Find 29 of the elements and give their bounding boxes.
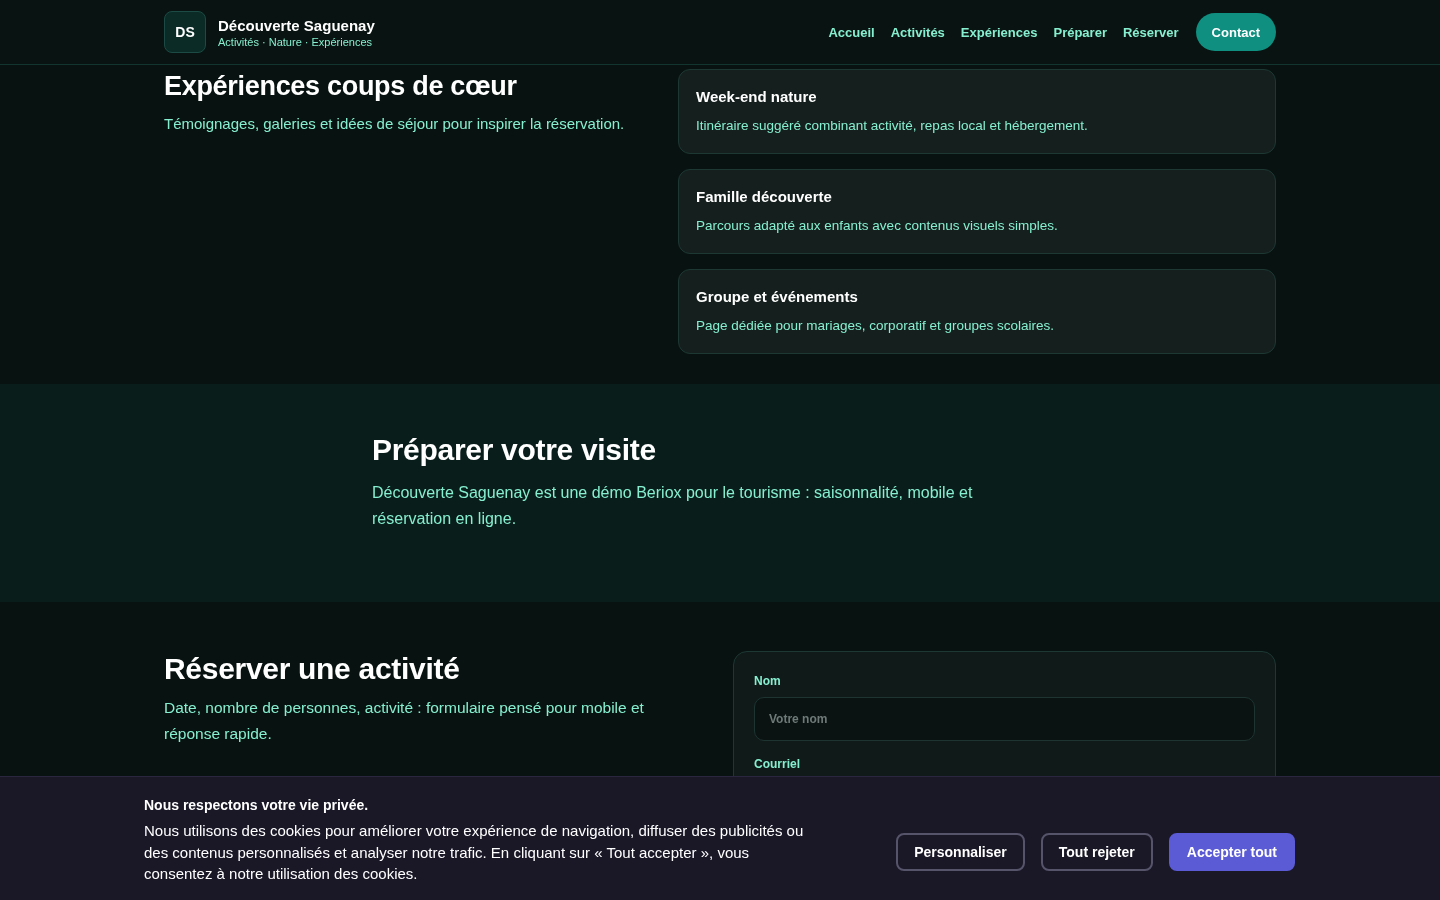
section-text: Date, nombre de personnes, activité : formulaire pensé pour mobile et réponse rapide.	[164, 698, 645, 744]
brand-name[interactable]: Découverte Saguenay	[218, 16, 375, 34]
card-description: Parcours adapté aux enfants avec contenus visuels simples.	[696, 217, 1059, 235]
nav-link[interactable]: Activités	[890, 24, 945, 40]
contact-button[interactable]: Contact	[1195, 13, 1276, 51]
section-subtitle: Témoignages, galeries et idées de séjour pour inspirer la réservation.	[164, 114, 626, 134]
card-description: Page dédiée pour mariages, corporatif et groupes scolaires.	[696, 317, 1055, 335]
nav-link[interactable]: Accueil	[828, 24, 875, 40]
nav-link[interactable]: Réserver	[1122, 24, 1179, 40]
section-heading: Réserver une activité	[164, 651, 461, 687]
brand-tagline: Activités · Nature · Expériences	[218, 35, 374, 48]
nav-link[interactable]: Préparer	[1053, 24, 1107, 40]
brand-logo[interactable]: DS	[164, 11, 206, 53]
card-title: Week-end nature	[696, 87, 818, 107]
cookie-text: Nous utilisons des cookies pour améliorer votre expérience de navigation, diffuser des publicités ou des contenus personnalisés et analyser notre trafic. En cliquant sur « Tout accepter », vous consentez à notre utilisation des cookies.	[144, 821, 805, 884]
section-heading: Expériences coups de cœur	[164, 70, 518, 103]
card-title: Groupe et événements	[696, 287, 859, 307]
cookie-button[interactable]: Personnaliser	[896, 833, 1025, 872]
cookie-button[interactable]: Tout rejeter	[1040, 833, 1153, 872]
card-description: Itinéraire suggéré combinant activité, repas local et hébergement.	[696, 117, 1089, 135]
nav-link[interactable]: Expériences	[960, 24, 1038, 40]
cookie-button[interactable]: Accepter tout	[1168, 833, 1295, 872]
section-text: Découverte Saguenay est une démo Beriox pour le tourisme : saisonnalité, mobile et réservation en ligne.	[372, 483, 974, 529]
cookie-title: Nous respectons votre vie privée.	[144, 796, 370, 815]
field-label: Courriel	[754, 757, 801, 771]
card-title: Famille découverte	[696, 187, 833, 207]
field-label: Nom	[754, 674, 782, 688]
input-field[interactable]: Votre nom	[754, 697, 1255, 741]
section-heading: Préparer votre visite	[372, 432, 657, 468]
